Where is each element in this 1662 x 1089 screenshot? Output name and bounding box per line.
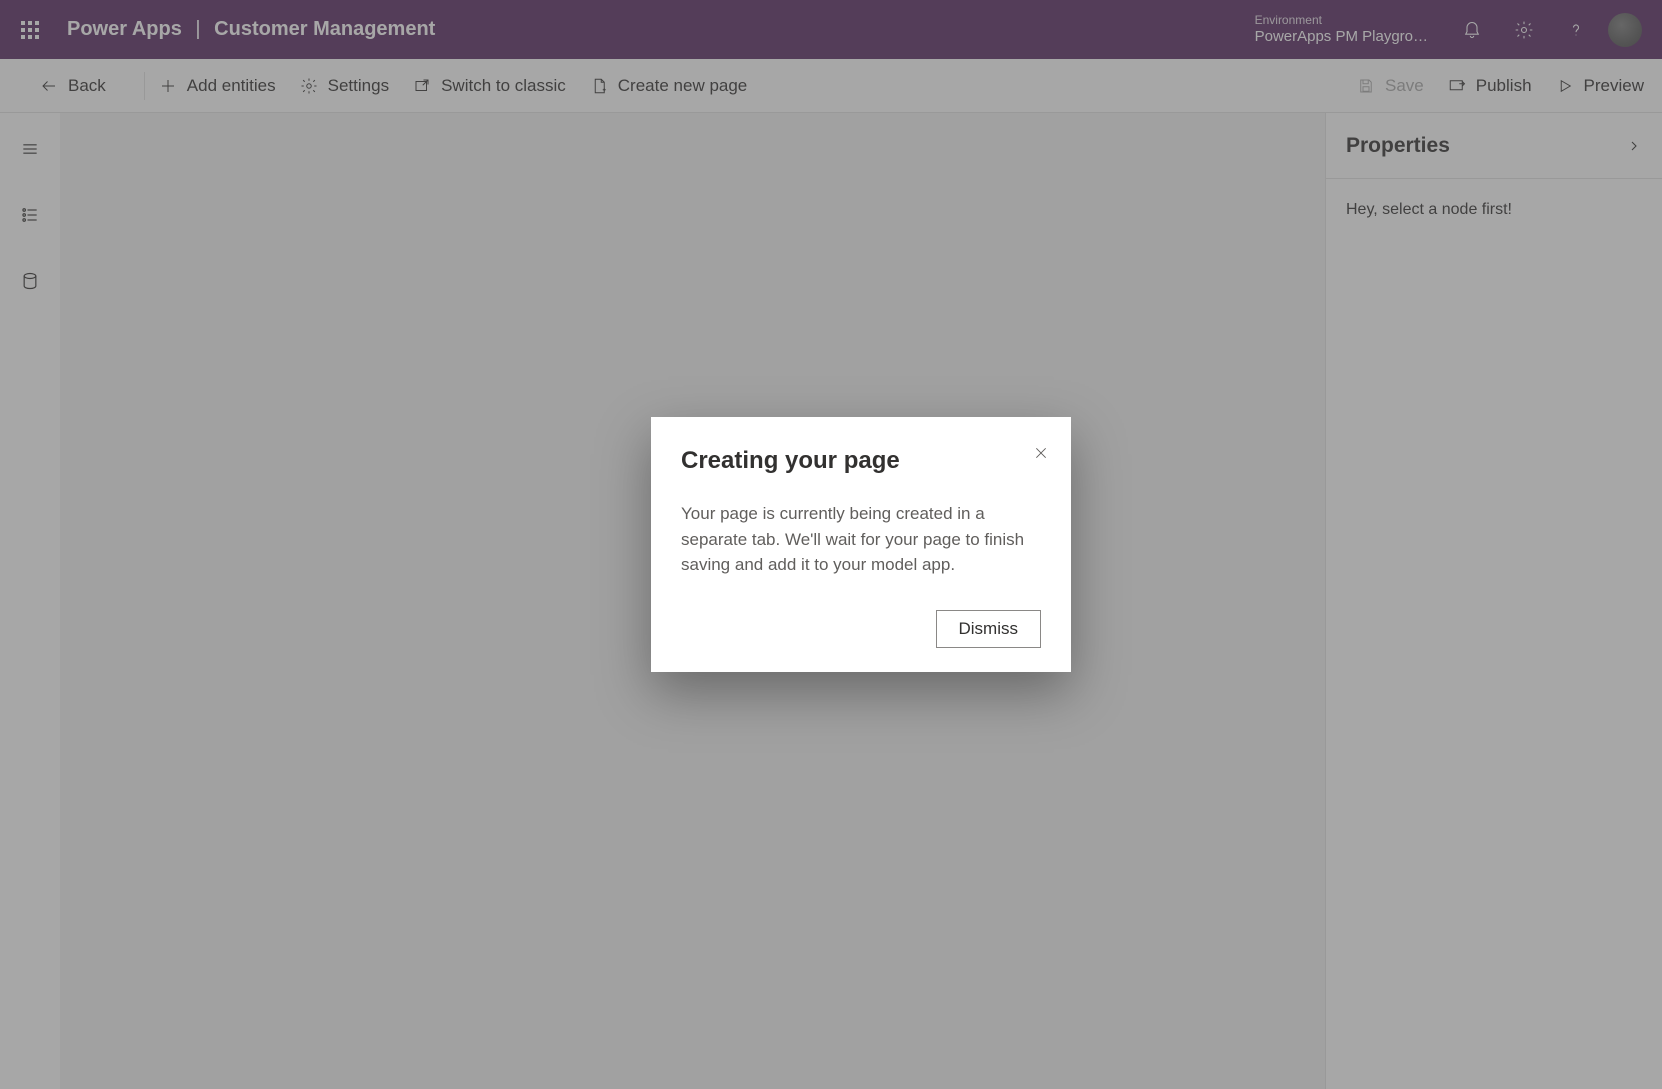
- close-icon: [1033, 445, 1049, 461]
- creating-page-dialog: Creating your page Your page is currentl…: [651, 417, 1071, 672]
- dialog-body: Your page is currently being created in …: [681, 501, 1041, 578]
- dialog-title: Creating your page: [681, 447, 1041, 475]
- dialog-actions: Dismiss: [681, 610, 1041, 648]
- dialog-close-button[interactable]: [1033, 445, 1049, 466]
- dismiss-button[interactable]: Dismiss: [936, 610, 1042, 648]
- modal-overlay: Creating your page Your page is currentl…: [0, 0, 1662, 1089]
